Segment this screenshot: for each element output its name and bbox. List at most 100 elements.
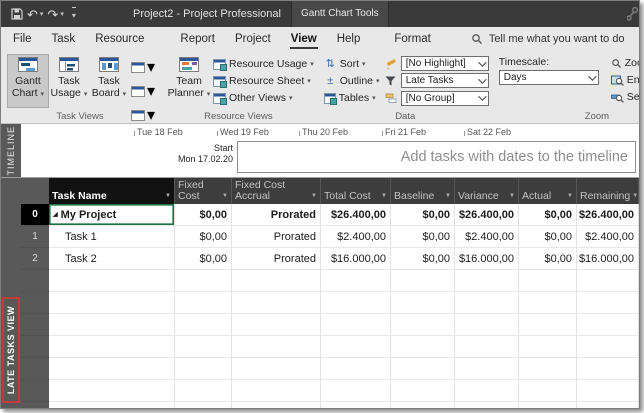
baseline-cell[interactable]: [391, 402, 455, 409]
task-board-button[interactable]: Task Board ▾: [89, 54, 129, 108]
column-header-fixed-cost[interactable]: Fixed Cost▼: [175, 178, 232, 204]
actual-cell[interactable]: [519, 380, 577, 402]
actual-cell[interactable]: [519, 270, 577, 292]
variance-cell[interactable]: [455, 270, 519, 292]
fixed-cost-cell[interactable]: [175, 336, 232, 358]
task-name-cell[interactable]: [49, 336, 175, 358]
baseline-cell[interactable]: $0,00: [391, 226, 455, 248]
remaining-cell[interactable]: $16.000,00: [577, 248, 639, 270]
task-name-cell[interactable]: Task 2: [49, 248, 175, 270]
row-id[interactable]: [21, 380, 49, 402]
timescale-combobox[interactable]: Days: [499, 70, 599, 85]
actual-cell[interactable]: [519, 402, 577, 409]
team-planner-button[interactable]: Team Planner ▾: [165, 54, 213, 108]
task-name-cell[interactable]: [49, 380, 175, 402]
variance-cell[interactable]: [455, 314, 519, 336]
outline-button[interactable]: ±Outline▾: [324, 73, 384, 89]
column-header-total-cost[interactable]: Total Cost▼: [321, 178, 391, 204]
task-name-cell[interactable]: [49, 402, 175, 409]
filter-arrow-icon[interactable]: ▼: [379, 191, 387, 202]
remaining-cell[interactable]: [577, 358, 639, 380]
accrual-cell[interactable]: Prorated: [232, 226, 321, 248]
variance-cell[interactable]: $16.000,00: [455, 248, 519, 270]
accrual-cell[interactable]: [232, 380, 321, 402]
row-id[interactable]: 2: [21, 248, 49, 270]
sort-button[interactable]: ⇅Sort▾: [324, 56, 384, 72]
group-combobox[interactable]: [No Group]: [401, 91, 489, 106]
resource-sheet-button[interactable]: Resource Sheet▾: [213, 73, 314, 89]
fixed-cost-cell[interactable]: [175, 402, 232, 409]
view-shortcut-button-2[interactable]: ▾: [131, 81, 155, 101]
tab-format[interactable]: Format: [384, 27, 440, 51]
resource-usage-button[interactable]: Resource Usage▾: [213, 56, 314, 72]
remaining-cell[interactable]: $26.400,00: [577, 204, 639, 226]
accrual-cell[interactable]: [232, 336, 321, 358]
tab-report[interactable]: Report: [170, 27, 225, 51]
task-name-cell[interactable]: [49, 358, 175, 380]
accrual-cell[interactable]: [232, 270, 321, 292]
entire-project-button[interactable]: Entire Project: [611, 72, 640, 88]
total-cost-cell[interactable]: [321, 380, 391, 402]
task-name-cell[interactable]: ◢My Project: [49, 204, 175, 226]
zoom-button[interactable]: Zoom▾: [611, 55, 640, 71]
redo-button[interactable]: ↷▾: [47, 8, 63, 21]
actual-cell[interactable]: $0,00: [519, 248, 577, 270]
baseline-cell[interactable]: [391, 314, 455, 336]
baseline-cell[interactable]: [391, 270, 455, 292]
tell-me-box[interactable]: Tell me what you want to do: [471, 33, 625, 45]
total-cost-cell[interactable]: $16.000,00: [321, 248, 391, 270]
total-cost-cell[interactable]: $2.400,00: [321, 226, 391, 248]
variance-cell[interactable]: $2.400,00: [455, 226, 519, 248]
variance-cell[interactable]: $26.400,00: [455, 204, 519, 226]
actual-cell[interactable]: $0,00: [519, 204, 577, 226]
filter-arrow-icon[interactable]: ▼: [163, 191, 171, 202]
save-button[interactable]: [11, 8, 23, 20]
column-header-task-name[interactable]: Task Name▼: [49, 178, 175, 204]
row-id[interactable]: [21, 358, 49, 380]
column-header-remaining[interactable]: Remaining▼: [577, 178, 639, 204]
remaining-cell[interactable]: [577, 402, 639, 409]
view-shortcut-button-1[interactable]: ▾: [131, 57, 155, 77]
task-name-cell[interactable]: Task 1: [49, 226, 175, 248]
variance-cell[interactable]: [455, 380, 519, 402]
total-cost-cell[interactable]: [321, 314, 391, 336]
highlight-combobox[interactable]: [No Highlight]: [401, 56, 489, 71]
filter-combobox[interactable]: Late Tasks: [401, 73, 489, 88]
task-name-cell[interactable]: [49, 270, 175, 292]
total-cost-cell[interactable]: $26.400,00: [321, 204, 391, 226]
row-id[interactable]: 1: [21, 226, 49, 248]
accrual-cell[interactable]: [232, 402, 321, 409]
collapse-icon[interactable]: ◢: [53, 211, 58, 218]
fixed-cost-cell[interactable]: [175, 358, 232, 380]
total-cost-cell[interactable]: [321, 402, 391, 409]
accrual-cell[interactable]: Prorated: [232, 248, 321, 270]
baseline-cell[interactable]: [391, 380, 455, 402]
tab-help[interactable]: Help: [327, 27, 371, 51]
variance-cell[interactable]: [455, 358, 519, 380]
remaining-cell[interactable]: [577, 380, 639, 402]
actual-cell[interactable]: [519, 292, 577, 314]
variance-cell[interactable]: [455, 292, 519, 314]
task-usage-button[interactable]: Task Usage ▾: [49, 54, 89, 108]
fixed-cost-cell[interactable]: [175, 314, 232, 336]
accrual-cell[interactable]: [232, 314, 321, 336]
fixed-cost-cell[interactable]: [175, 270, 232, 292]
tables-button[interactable]: Tables▾: [324, 90, 384, 106]
tab-task[interactable]: Task: [42, 27, 86, 51]
fixed-cost-cell[interactable]: $0,00: [175, 248, 232, 270]
total-cost-cell[interactable]: [321, 358, 391, 380]
row-id[interactable]: [21, 402, 49, 409]
remaining-cell[interactable]: [577, 292, 639, 314]
other-views-button[interactable]: Other Views▾: [213, 90, 314, 106]
filter-arrow-icon[interactable]: ▼: [507, 191, 515, 202]
variance-cell[interactable]: [455, 402, 519, 409]
baseline-cell[interactable]: [391, 358, 455, 380]
actual-cell[interactable]: [519, 358, 577, 380]
fixed-cost-cell[interactable]: [175, 380, 232, 402]
fixed-cost-cell[interactable]: $0,00: [175, 204, 232, 226]
tab-file[interactable]: File: [3, 27, 42, 51]
row-id[interactable]: [21, 336, 49, 358]
filter-arrow-icon[interactable]: ▼: [565, 191, 573, 202]
filter-arrow-icon[interactable]: ▼: [443, 191, 451, 202]
undo-button[interactable]: ↶▾: [27, 8, 43, 21]
